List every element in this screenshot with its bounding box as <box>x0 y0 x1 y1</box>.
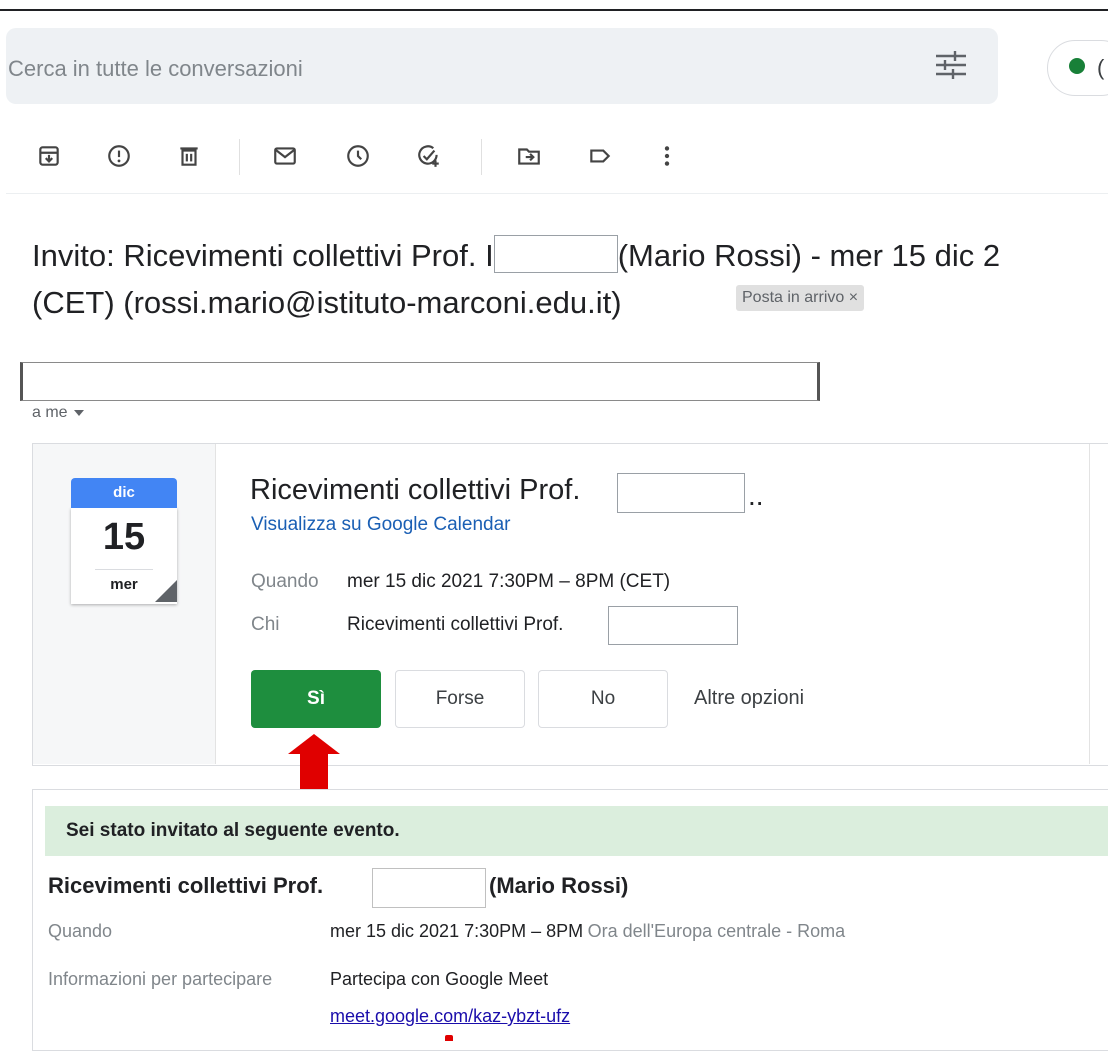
calendar-month: dic <box>71 478 177 508</box>
subject-suffix: (Mario Rossi) - mer 15 dic 2 <box>617 238 1001 273</box>
event-title: Ricevimenti collettivi Prof. <box>250 474 581 506</box>
toolbar-separator <box>239 139 240 175</box>
join-info-value: Partecipa con Google Meet <box>330 969 549 989</box>
search-input[interactable]: Cerca in tutte le conversazioni <box>8 56 303 82</box>
annotation-arrow-tip-icon <box>445 1035 453 1041</box>
chevron-down-icon[interactable] <box>73 409 84 416</box>
rsvp-yes-button[interactable]: Sì <box>251 670 381 728</box>
calendar-divider <box>95 569 153 570</box>
inbox-label-chip[interactable]: Posta in arrivo × <box>736 285 865 311</box>
sender-redaction-box <box>20 362 820 401</box>
subject-line-2: (CET) (rossi.mario@istituto-marconi.edu.… <box>32 285 622 320</box>
move-to-icon[interactable] <box>514 141 544 171</box>
rsvp-no-button[interactable]: No <box>538 670 668 728</box>
mark-unread-icon[interactable] <box>270 141 300 171</box>
details-when-label: Quando <box>48 921 113 941</box>
snooze-icon[interactable] <box>343 141 373 171</box>
when-label: Quando <box>251 571 319 592</box>
details-when: mer 15 dic 2021 7:30PM – 8PM Ora dell'Eu… <box>330 921 845 942</box>
when-value: mer 15 dic 2021 7:30PM – 8PM (CET) <box>347 571 671 592</box>
redaction-box <box>493 235 618 273</box>
remove-label-icon[interactable]: × <box>849 289 858 306</box>
details-title-name: (Mario Rossi) <box>489 873 629 898</box>
redaction-box <box>372 868 486 908</box>
add-task-icon[interactable] <box>414 141 444 171</box>
meet-link[interactable]: meet.google.com/kaz-ybzt-ufz <box>330 1006 570 1027</box>
more-vert-icon[interactable] <box>652 141 682 171</box>
status-dot-icon <box>1069 58 1085 74</box>
details-when-value: mer 15 dic 2021 7:30PM – 8PM <box>330 921 584 941</box>
toolbar-divider <box>6 193 1108 194</box>
more-options-link[interactable]: Altre opzioni <box>694 687 804 710</box>
top-border <box>0 9 1108 11</box>
join-info-label: Informazioni per partecipare <box>48 969 273 989</box>
who-value: Ricevimenti collettivi Prof. <box>347 614 564 635</box>
toolbar-separator <box>481 139 482 175</box>
details-title: Ricevimenti collettivi Prof. <box>48 873 324 898</box>
calendar-fold-icon <box>155 580 177 602</box>
who-label: Chi <box>251 614 280 635</box>
archive-icon[interactable] <box>34 141 64 171</box>
tune-icon[interactable] <box>934 50 968 80</box>
redaction-box <box>617 473 745 513</box>
delete-icon[interactable] <box>174 141 204 171</box>
details-timezone: Ora dell'Europa centrale - Roma <box>587 921 846 941</box>
invite-card-divider <box>1089 444 1090 764</box>
recipient-label: a me <box>32 404 68 421</box>
label-icon[interactable] <box>585 141 615 171</box>
rsvp-maybe-button[interactable]: Forse <box>395 670 525 728</box>
event-title-ellipsis: .. <box>748 480 764 511</box>
redaction-box <box>608 606 738 645</box>
inbox-label-text: Posta in arrivo <box>742 289 845 306</box>
invitation-banner-text: Sei stato invitato al seguente evento. <box>66 820 400 841</box>
calendar-day: 15 <box>102 516 146 558</box>
annotation-arrow-icon <box>288 734 340 754</box>
report-spam-icon[interactable] <box>104 141 134 171</box>
status-label: ( <box>1097 55 1105 80</box>
subject-prefix: Invito: Ricevimenti collettivi Prof. I <box>32 238 494 273</box>
recipient-details[interactable]: a me <box>32 404 84 422</box>
subject-line-1: Invito: Ricevimenti collettivi Prof. I (M… <box>32 232 1000 279</box>
view-in-calendar-link[interactable]: Visualizza su Google Calendar <box>251 514 510 536</box>
